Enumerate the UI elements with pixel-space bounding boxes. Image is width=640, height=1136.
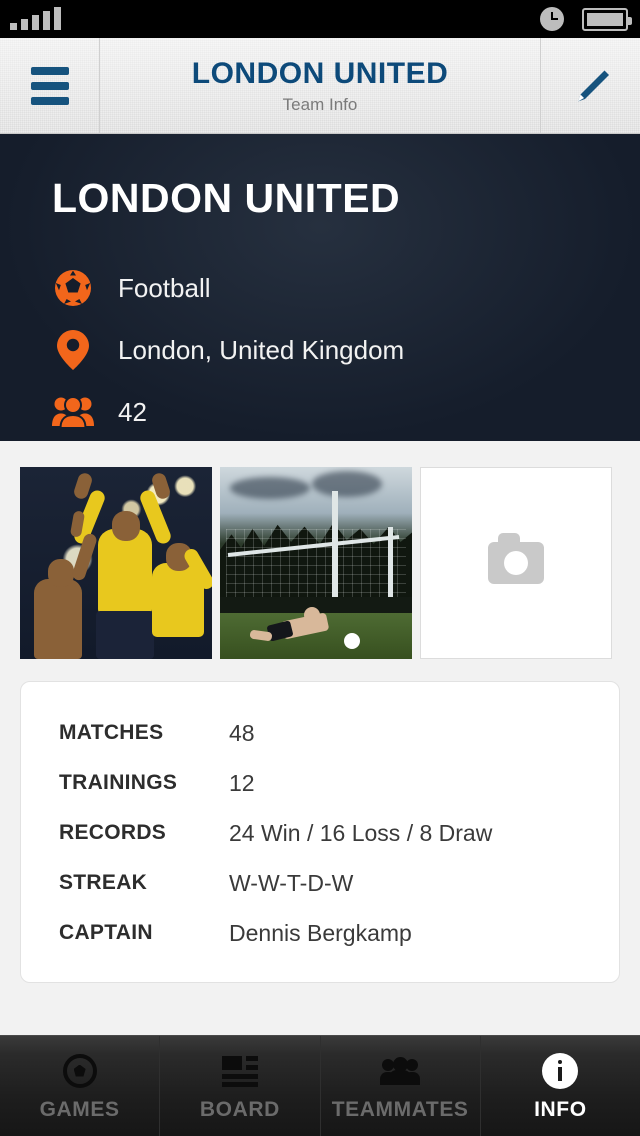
- stat-value: 12: [229, 769, 255, 796]
- stat-row-records: RECORDS 24 Win / 16 Loss / 8 Draw: [21, 808, 619, 858]
- team-name: LONDON UNITED: [52, 175, 401, 221]
- stat-row-trainings: TRAININGS 12: [21, 758, 619, 808]
- status-bar: [0, 0, 640, 38]
- soccer-ball-icon: [62, 1051, 97, 1091]
- tab-label: BOARD: [199, 1097, 280, 1121]
- battery-full-icon: [582, 7, 632, 31]
- team-meta-members: 42: [52, 391, 640, 433]
- stat-label: STREAK: [59, 871, 148, 894]
- soccer-ball-icon: [52, 268, 94, 308]
- team-hero-section: LONDON UNITED Football London, United Ki…: [0, 134, 640, 441]
- clock-icon: [540, 7, 564, 31]
- page-title: LONDON UNITED: [191, 56, 449, 90]
- navbar-titles: LONDON UNITED Team Info: [100, 38, 540, 133]
- pencil-edit-icon: [577, 70, 609, 101]
- team-meta-location: London, United Kingdom: [52, 329, 640, 371]
- tab-label: TEAMMATES: [331, 1097, 469, 1121]
- team-location-label: London, United Kingdom: [118, 334, 405, 365]
- hamburger-menu-icon: [30, 66, 69, 105]
- people-group-icon: [52, 395, 94, 429]
- stat-label: TRAININGS: [59, 771, 178, 794]
- stat-label: RECORDS: [59, 821, 167, 844]
- team-member-count: 42: [118, 396, 147, 427]
- location-pin-icon: [52, 329, 94, 371]
- bottom-tab-bar: GAMES BOARD TEAMMATES INFO: [0, 1035, 640, 1136]
- info-circle-icon: [542, 1051, 579, 1091]
- signal-bars-icon: [10, 7, 61, 30]
- tab-label: INFO: [534, 1097, 587, 1121]
- tab-board[interactable]: BOARD: [160, 1036, 321, 1136]
- stat-row-streak: STREAK W-W-T-D-W: [21, 858, 619, 908]
- stat-value: Dennis Bergkamp: [229, 919, 412, 946]
- stat-value: 48: [229, 719, 255, 746]
- board-list-icon: [221, 1051, 258, 1091]
- stat-label: CAPTAIN: [59, 921, 153, 944]
- stat-value: 24 Win / 16 Loss / 8 Draw: [229, 819, 493, 846]
- stat-row-matches: MATCHES 48: [21, 708, 619, 758]
- edit-button[interactable]: [540, 38, 640, 133]
- team-sport-label: Football: [118, 272, 211, 303]
- tab-teammates[interactable]: TEAMMATES: [321, 1036, 481, 1136]
- camera-icon: [488, 533, 544, 584]
- stat-value: W-W-T-D-W: [229, 869, 354, 896]
- team-stats-card: MATCHES 48 TRAININGS 12 RECORDS 24 Win /…: [20, 681, 620, 983]
- gallery-photo-celebration[interactable]: [20, 467, 212, 659]
- tab-info[interactable]: INFO: [481, 1036, 640, 1136]
- people-group-icon: [380, 1051, 421, 1091]
- team-meta-list: Football London, United Kingdom 42: [52, 267, 640, 433]
- menu-button[interactable]: [0, 38, 100, 133]
- stat-label: MATCHES: [59, 721, 164, 744]
- add-photo-button[interactable]: [420, 467, 612, 659]
- photo-gallery: [0, 441, 640, 659]
- gallery-photo-goalkeeper[interactable]: [220, 467, 412, 659]
- page-subtitle: Team Info: [282, 94, 358, 114]
- navigation-bar: LONDON UNITED Team Info: [0, 38, 640, 134]
- status-bar-right: [540, 0, 632, 38]
- stat-row-captain: CAPTAIN Dennis Bergkamp: [21, 908, 619, 958]
- team-meta-sport: Football: [52, 267, 640, 309]
- tab-games[interactable]: GAMES: [0, 1036, 161, 1136]
- tab-label: GAMES: [39, 1097, 120, 1121]
